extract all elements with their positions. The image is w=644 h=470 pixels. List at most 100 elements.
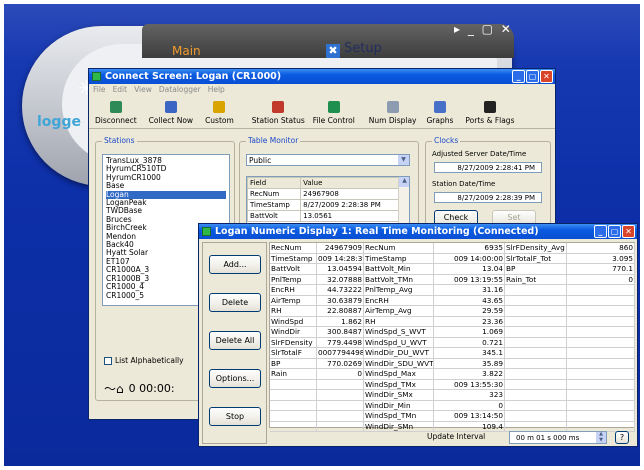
table-row[interactable]: BattVolt 13.04594 BattVolt_Min 13.04 BP 770.1 bbox=[270, 264, 636, 275]
menu-help[interactable]: Help bbox=[208, 84, 225, 95]
file-control-button[interactable]: File Control bbox=[309, 96, 359, 128]
field-value-cell bbox=[567, 390, 635, 401]
table-row[interactable]: Rain 0 WindSpd_Max 3.822 bbox=[270, 369, 636, 380]
field-name-cell: WindDir bbox=[270, 327, 317, 338]
numeric-title-bar[interactable]: Logan Numeric Display 1: Real Time Monit… bbox=[199, 224, 637, 239]
tab-setup[interactable]: ✖ Setup bbox=[326, 41, 382, 58]
table-row[interactable]: WindSpd_TMx 009 13:55:30 bbox=[270, 379, 636, 390]
field-name-cell bbox=[505, 400, 567, 411]
close-button[interactable]: ✕ bbox=[622, 225, 635, 238]
connect-title-bar[interactable]: Connect Screen: Logan (CR1000) _ ▢ ✕ bbox=[89, 69, 555, 84]
field-value-cell: 13.04 bbox=[434, 264, 505, 275]
list-alphabetically-checkbox[interactable]: List Alphabetically bbox=[104, 356, 184, 365]
station-item[interactable]: HyrumCR1000 bbox=[106, 173, 226, 182]
maximize-button[interactable]: ▢ bbox=[526, 70, 539, 83]
table-row[interactable]: WindDir 300.8487 WindSpd_S_WVT 1.069 bbox=[270, 327, 636, 338]
update-interval-spinner[interactable]: 00 m 01 s 000 ms ▲ ▼ bbox=[509, 431, 607, 444]
field-value-cell: 009 14:00:00 bbox=[434, 253, 505, 264]
update-interval-label: Update Interval bbox=[427, 432, 486, 441]
custom-button[interactable]: Custom bbox=[201, 96, 238, 128]
field-name-cell bbox=[270, 411, 317, 422]
field-name-cell bbox=[505, 348, 567, 359]
minimize-button[interactable]: _ bbox=[594, 225, 607, 238]
field-name-cell: Rain bbox=[270, 369, 317, 380]
table-row[interactable]: TimeStamp 009 14:28:39 TimeStamp 009 14:00:… bbox=[270, 253, 636, 264]
field-value-cell: 32.07888 bbox=[317, 274, 364, 285]
field-name-cell: PnlTemp bbox=[270, 274, 317, 285]
field-value-cell bbox=[567, 411, 635, 422]
ports-flags-button[interactable]: Ports & Flags bbox=[461, 96, 518, 128]
close-button[interactable]: ✕ bbox=[540, 70, 553, 83]
menu-file[interactable]: File bbox=[93, 84, 106, 95]
table-row[interactable]: WindSpd 1.862 RH 23.36 bbox=[270, 316, 636, 327]
menu-view[interactable]: View bbox=[134, 84, 152, 95]
field-name-cell: RH bbox=[364, 316, 434, 327]
stations-label: Stations bbox=[102, 136, 137, 145]
collect-now-button[interactable]: Collect Now bbox=[145, 96, 197, 128]
file-control-icon bbox=[327, 101, 340, 113]
column-header: Field bbox=[247, 177, 302, 189]
launcher-toolbar bbox=[142, 24, 514, 58]
field-value-cell: 300.8487 bbox=[317, 327, 364, 338]
add-button[interactable]: Add... bbox=[209, 255, 261, 274]
field-name-cell bbox=[270, 379, 317, 390]
table-row[interactable]: BP 770.0269 WindDir_SDU_WVT 35.89 bbox=[270, 358, 636, 369]
table-row[interactable]: SlrTotalF 0007794498 WindDir_DU_WVT 345.1 bbox=[270, 348, 636, 359]
field-value-cell: 009 13:19:55 bbox=[434, 274, 505, 285]
field-value-cell: 22.80887 bbox=[317, 306, 364, 317]
field-value-cell: 1.862 bbox=[317, 316, 364, 327]
numeric-buttons-panel: Add... Delete Delete All Options... Stop bbox=[202, 242, 267, 444]
spinner-arrows-icon[interactable]: ▲ ▼ bbox=[596, 431, 606, 443]
stop-button[interactable]: Stop bbox=[209, 407, 261, 426]
logo-text: logge bbox=[37, 114, 81, 130]
field-value-cell: 009 13:14:50 bbox=[434, 411, 505, 422]
table-select[interactable]: Public ▼ bbox=[246, 154, 410, 166]
field-value-cell: 779.4498 bbox=[317, 337, 364, 348]
field-name-cell bbox=[270, 400, 317, 411]
table-row[interactable]: RecNum 24967909 RecNum 6935 SlrFDensity_Avg 8… bbox=[270, 243, 636, 254]
field-name-cell: EncRH bbox=[270, 285, 317, 296]
table-row[interactable]: EncRH 44.73222 PnlTemp_Avg 31.16 bbox=[270, 285, 636, 296]
scroll-up-icon[interactable]: ▲ bbox=[399, 177, 409, 187]
field-name-cell: TimeStamp bbox=[270, 253, 317, 264]
table-row[interactable]: PnlTemp 32.07888 BattVolt_TMn 009 13:19:55 R… bbox=[270, 274, 636, 285]
field-value-cell: 3.095 bbox=[567, 253, 635, 264]
field-value-cell: 44.73222 bbox=[317, 285, 364, 296]
table-row[interactable]: WindSpd_TMn 009 13:14:50 bbox=[270, 411, 636, 422]
graphs-button[interactable]: Graphs bbox=[423, 96, 458, 128]
table-row[interactable]: BattVolt 13.0561 bbox=[247, 210, 399, 222]
table-row[interactable]: RecNum 24967908 bbox=[247, 188, 399, 200]
field-name-cell: BattVolt_TMn bbox=[364, 274, 434, 285]
table-row[interactable]: RH 22.80887 AirTemp_Avg 29.59 bbox=[270, 306, 636, 317]
delete-all-button[interactable]: Delete All bbox=[209, 331, 261, 350]
field-value-cell bbox=[567, 306, 635, 317]
minimize-button[interactable]: _ bbox=[512, 70, 525, 83]
table-row[interactable]: WindDir_SMx 323 bbox=[270, 390, 636, 401]
column-header: Value bbox=[300, 177, 399, 189]
checkbox-box[interactable] bbox=[104, 356, 112, 365]
disconnect-button[interactable]: Disconnect bbox=[91, 96, 141, 128]
field-value-cell: 860 bbox=[567, 243, 635, 254]
menu-datalogger[interactable]: Datalogger bbox=[159, 84, 201, 95]
table-row[interactable]: WindDir_Min 0 bbox=[270, 400, 636, 411]
field-value-cell: 1.069 bbox=[434, 327, 505, 338]
maximize-button[interactable]: ▢ bbox=[608, 225, 621, 238]
chevron-down-icon[interactable]: ▼ bbox=[398, 155, 409, 165]
field-name-cell: RH bbox=[270, 306, 317, 317]
field-value-cell: 0007794498 bbox=[317, 348, 364, 359]
field-name-cell bbox=[505, 316, 567, 327]
numeric-title: Logan Numeric Display 1: Real Time Monit… bbox=[215, 226, 539, 237]
menu-edit[interactable]: Edit bbox=[113, 84, 128, 95]
table-row[interactable]: SlrFDensity 779.4498 WindSpd_U_WVT 0.721 bbox=[270, 337, 636, 348]
delete-button[interactable]: Delete bbox=[209, 293, 261, 312]
launcher-window-buttons[interactable]: ▸ _ ▢ ✕ bbox=[454, 22, 513, 36]
field-name-cell: WindSpd_U_WVT bbox=[364, 337, 434, 348]
table-row[interactable]: AirTemp 30.63879 EncRH 43.65 bbox=[270, 295, 636, 306]
options-button[interactable]: Options... bbox=[209, 369, 261, 388]
tab-main[interactable]: Main bbox=[172, 44, 201, 58]
table-row[interactable]: TimeStamp 8/27/2009 2:28:38 PM bbox=[247, 199, 399, 211]
station-status-button[interactable]: Station Status bbox=[248, 96, 309, 128]
help-button[interactable]: ? bbox=[615, 431, 629, 444]
collect-icon bbox=[164, 101, 177, 113]
num-display-button[interactable]: Num Display bbox=[365, 96, 421, 128]
